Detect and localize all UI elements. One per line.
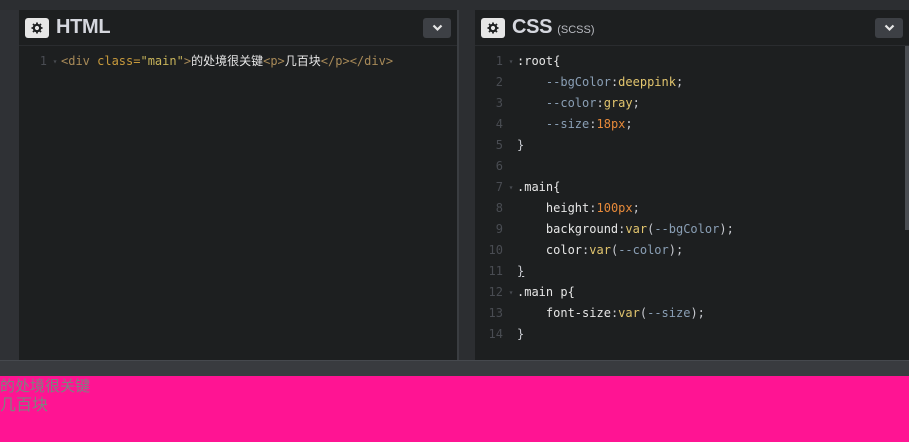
fold-arrow-icon[interactable]: ▾ — [505, 177, 517, 198]
code-line: 8 height:100px; — [475, 198, 909, 219]
code-line: 13 font-size:var(--size); — [475, 303, 909, 324]
line-number: 4 — [495, 117, 503, 131]
line-number: 1 — [495, 54, 503, 68]
top-bar — [0, 0, 909, 10]
css-preprocessor-label: (SCSS) — [557, 24, 595, 36]
html-code-area[interactable]: 1 ▾ <div class="main">的处境很关键<p>几百块</p></… — [19, 46, 457, 72]
line-number: 7 — [495, 180, 503, 194]
left-resize-gutter[interactable] — [0, 10, 19, 360]
line-number: 14 — [488, 327, 503, 341]
gear-icon — [487, 22, 499, 33]
preview-main-text: 的处境很关键 — [0, 377, 91, 395]
preview-main-div: 的处境很关键 几百块 — [0, 376, 909, 414]
code-line: 14} — [475, 324, 909, 345]
preview-paragraph: 几百块 — [0, 395, 49, 414]
chevron-down-icon — [884, 24, 894, 32]
code-line: 2 --bgColor:deeppink; — [475, 72, 909, 93]
css-editor-title: CSS — [512, 16, 553, 38]
code-line: 3 --color:gray; — [475, 93, 909, 114]
line-number: 13 — [488, 306, 503, 320]
line-number: 2 — [495, 75, 503, 89]
html-editor-header: HTML — [19, 10, 457, 46]
code-line: 1 ▾ <div class="main">的处境很关键<p>几百块</p></… — [19, 51, 457, 72]
css-editor-panel: CSS (SCSS) 1 ▾:root{ 2 --bgColor:deeppink… — [475, 10, 909, 360]
fold-arrow-icon[interactable]: ▾ — [505, 51, 517, 72]
code-line: 6 — [475, 156, 909, 177]
html-editor-title: HTML — [56, 16, 111, 38]
code-line: 1 ▾:root{ — [475, 51, 909, 72]
code-line: 12 ▾ .main p{ — [475, 282, 909, 303]
html-settings-button[interactable] — [25, 17, 49, 38]
line-number: 3 — [495, 96, 503, 110]
preview-resize-bar[interactable] — [0, 360, 909, 376]
result-preview: 的处境很关键 几百块 — [0, 376, 909, 442]
fold-arrow-icon[interactable]: ▾ — [49, 51, 61, 72]
code-text: <div class="main">的处境很关键<p>几百块</p></div> — [61, 54, 394, 68]
css-collapse-button[interactable] — [875, 18, 903, 38]
line-number: 6 — [495, 159, 503, 173]
code-line: 9 background:var(--bgColor); — [475, 219, 909, 240]
line-number: 10 — [488, 243, 503, 257]
fold-arrow-icon[interactable]: ▾ — [505, 282, 517, 303]
gear-icon — [31, 22, 43, 33]
chevron-down-icon — [432, 24, 442, 32]
line-number: 8 — [495, 201, 503, 215]
code-line: 4 --size:18px; — [475, 114, 909, 135]
line-number: 1 — [39, 54, 47, 68]
line-number: 5 — [495, 138, 503, 152]
code-line: 7 ▾ .main{ — [475, 177, 909, 198]
code-line: 5} — [475, 135, 909, 156]
code-line: 11} — [475, 261, 909, 282]
editor-resize-divider[interactable] — [457, 10, 475, 360]
html-collapse-button[interactable] — [423, 18, 451, 38]
line-number: 9 — [495, 222, 503, 236]
css-editor-header: CSS (SCSS) — [475, 10, 909, 46]
code-line: 10 color:var(--color); — [475, 240, 909, 261]
css-settings-button[interactable] — [481, 17, 505, 38]
html-editor-panel: HTML 1 ▾ <div class="main">的处境很关键<p>几百块<… — [19, 10, 457, 360]
line-number: 12 — [488, 285, 503, 299]
css-code-area[interactable]: 1 ▾:root{ 2 --bgColor:deeppink; 3 --color… — [475, 46, 909, 345]
css-scrollbar-thumb[interactable] — [905, 46, 909, 230]
line-number: 11 — [488, 264, 503, 278]
